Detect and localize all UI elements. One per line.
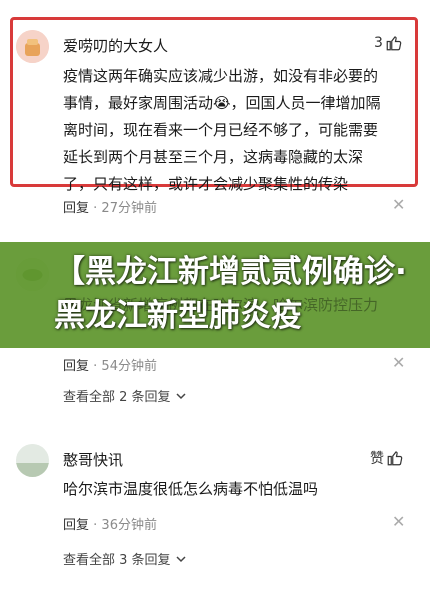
comment-line: 了，只有这样，或许才会减少聚集性的传染 [63, 175, 349, 193]
reply-button[interactable]: 回复 [63, 359, 89, 374]
comment-line: 疫情这两年确实应该减少出游，如没有非必要的 [63, 67, 379, 85]
comment-text: 疫情这两年确实应该减少出游，如没有非必要的 事情，最好家周围活动😭，回国人员一律… [63, 63, 413, 198]
timestamp: 54分钟前 [101, 359, 157, 374]
avatar[interactable] [16, 30, 49, 63]
avatar[interactable] [16, 444, 49, 477]
like-label: 赞 [370, 451, 384, 467]
close-icon[interactable]: ✕ [392, 355, 405, 371]
news-banner-overlay[interactable]: 黑龙江省新增病例都在哈尔滨，哈尔滨防控压力 【黑龙江新增贰贰例确诊·黑龙江新型肺… [0, 242, 430, 348]
reply-button[interactable]: 回复 [63, 518, 89, 533]
chevron-down-icon [176, 392, 186, 399]
view-all-label: 查看全部 3 条回复 [63, 553, 171, 568]
comment-meta: 回复 · 54分钟前 [63, 355, 157, 374]
comment-meta: 回复 · 36分钟前 [63, 514, 157, 533]
chevron-down-icon [176, 555, 186, 562]
comment-line: 事情，最好家周围活动😭，回国人员一律增加隔 [63, 94, 381, 112]
username[interactable]: 爱唠叨的大女人 [63, 35, 168, 56]
comment-meta: 回复 · 27分钟前 [63, 197, 157, 216]
view-all-label: 查看全部 2 条回复 [63, 390, 171, 405]
close-icon[interactable]: ✕ [392, 514, 405, 530]
comment-line: 延长到两个月甚至三个月，这病毒隐藏的太深 [63, 148, 364, 166]
view-all-replies[interactable]: 查看全部 3 条回复 [63, 549, 187, 568]
username[interactable]: 憨哥快讯 [63, 449, 123, 470]
timestamp: 27分钟前 [101, 201, 157, 216]
thumbs-up-icon [386, 36, 402, 51]
timestamp: 36分钟前 [101, 518, 157, 533]
thumbs-up-icon [387, 451, 403, 466]
like-button[interactable]: 赞 [370, 448, 404, 468]
like-count: 3 [374, 35, 383, 51]
banner-title[interactable]: 【黑龙江新增贰贰例确诊·黑龙江新型肺炎疫 [54, 250, 426, 338]
view-all-replies[interactable]: 查看全部 2 条回复 [63, 386, 187, 405]
like-button[interactable]: 3 [374, 34, 403, 52]
avatar-image [16, 444, 49, 477]
close-icon[interactable]: ✕ [392, 197, 405, 213]
comment-line: 离时间，现在看来一个月已经不够了，可能需要 [63, 121, 379, 139]
avatar-image [16, 30, 49, 63]
comment-text: 哈尔滨市温度很低怎么病毒不怕低温吗 [63, 480, 319, 498]
reply-button[interactable]: 回复 [63, 201, 89, 216]
